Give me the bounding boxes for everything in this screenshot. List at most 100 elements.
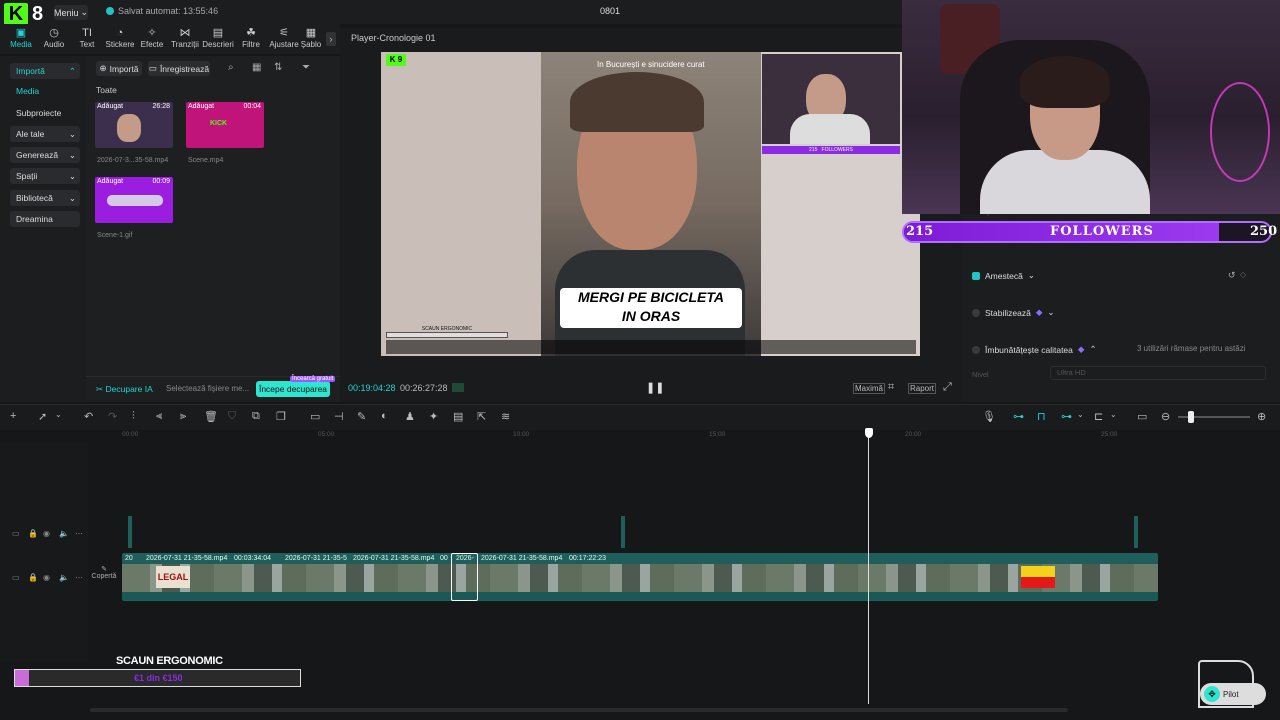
playhead-handle[interactable]: [865, 428, 873, 438]
project-name[interactable]: 0801: [600, 6, 620, 16]
start-cutout-button[interactable]: Începe decuparea: [256, 381, 330, 397]
media-thumb-gif[interactable]: Adăugat 00:09: [95, 177, 173, 223]
nav-dreamina[interactable]: Dreamina: [10, 211, 80, 227]
reset-icon[interactable]: ↺: [1228, 270, 1236, 281]
chevron-down-icon[interactable]: ⌄: [55, 410, 62, 419]
person-icon[interactable]: ♟: [405, 410, 415, 423]
tool-effects[interactable]: ✧ Efecte: [135, 26, 169, 52]
tool-audio[interactable]: ◷ Audio: [37, 26, 71, 52]
undo-icon[interactable]: ↶: [84, 410, 93, 423]
audio-clip-marker[interactable]: [128, 516, 132, 548]
blend-row[interactable]: Amestecă ⌄: [972, 270, 1035, 281]
sort-icon[interactable]: ⇅: [274, 62, 282, 73]
tool-adjust[interactable]: ⚟ Ajustare: [267, 26, 301, 52]
plus-circle-icon: ⊕: [99, 63, 107, 73]
cover-button[interactable]: ✎ Copertă: [91, 565, 117, 589]
fullscreen-icon[interactable]: ⤢: [943, 381, 952, 394]
freeze-icon[interactable]: ⊣: [334, 410, 344, 423]
tool-media[interactable]: ▣ Media: [4, 26, 38, 52]
eye-icon[interactable]: ◉: [43, 573, 50, 582]
speaker-icon[interactable]: 🔈: [59, 573, 69, 582]
more-icon[interactable]: ⋯: [75, 529, 83, 538]
playhead[interactable]: [868, 428, 869, 704]
redo-icon[interactable]: ↷: [108, 410, 117, 423]
caption-track-icon[interactable]: ▤: [453, 410, 463, 423]
speech-icon[interactable]: ▭: [310, 410, 320, 423]
shield-icon[interactable]: ⛉: [228, 410, 236, 423]
keyframe-icon[interactable]: ◇: [1240, 270, 1246, 279]
selected-clip[interactable]: [451, 553, 478, 601]
nav-import[interactable]: Importă ⌃: [10, 63, 80, 79]
more-icon[interactable]: ⋯: [75, 573, 83, 582]
clip-label: 2026-07-31 21-35-5: [285, 555, 347, 562]
microphone-icon[interactable]: 🎙: [982, 410, 996, 423]
magnet-icon[interactable]: ⊓: [1037, 410, 1046, 423]
lock-icon[interactable]: 🔒: [28, 573, 38, 582]
audio-clip-marker[interactable]: [1134, 516, 1138, 548]
quality-max-button[interactable]: Maximă: [853, 383, 886, 394]
tool-text[interactable]: TI Text: [70, 26, 104, 52]
zoom-slider-handle[interactable]: [1188, 411, 1194, 423]
magic-wand-icon[interactable]: ✦: [429, 410, 438, 423]
timeline-scrollbar[interactable]: [90, 708, 1068, 712]
snapshot-icon[interactable]: ⌗: [888, 381, 894, 394]
nav-yours[interactable]: Ale tale ⌄: [10, 126, 80, 142]
tool-captions[interactable]: ▤ Descrieri: [201, 26, 235, 52]
audio-clip-marker[interactable]: [621, 516, 625, 548]
split-left-icon[interactable]: ⫷: [156, 410, 162, 423]
eye-icon[interactable]: ◉: [43, 529, 50, 538]
subtitle-icon[interactable]: ▭: [1137, 410, 1147, 423]
chevron-down-icon[interactable]: ⌄: [1110, 410, 1117, 419]
nav-library[interactable]: Bibliotecă ⌄: [10, 190, 80, 206]
media-thumb-stream[interactable]: Adăugat 26:28: [95, 102, 173, 148]
delete-icon[interactable]: 🗑: [204, 410, 218, 423]
filter-funnel-icon[interactable]: ⏷: [302, 62, 310, 73]
pilot-button[interactable]: ✥ Pilot: [1200, 683, 1266, 705]
tool-templates[interactable]: ▦ Șablo: [298, 26, 324, 52]
enhance-row[interactable]: Îmbunătățește calitatea ◆ ⌃: [972, 344, 1097, 355]
import-button[interactable]: ⊕ Importă: [96, 61, 142, 76]
lock-icon[interactable]: 🔒: [28, 529, 38, 538]
track-visibility-icon[interactable]: ▭: [12, 529, 20, 538]
menu-button[interactable]: Meniu ⌄: [54, 5, 88, 20]
crop-icon[interactable]: ⧉: [252, 410, 260, 423]
grid-view-icon[interactable]: ▦: [252, 62, 261, 73]
split-icon[interactable]: ⫶: [132, 410, 135, 423]
select-pointer-icon[interactable]: ➚: [38, 410, 47, 423]
level-select[interactable]: Ultra HD: [1050, 366, 1266, 380]
nav-label: Subproiecte: [16, 108, 62, 118]
blend-checkbox[interactable]: [972, 271, 980, 280]
tool-transitions[interactable]: ⋈ Tranziții: [168, 26, 202, 52]
preview-axis-icon[interactable]: ⊏: [1094, 410, 1103, 423]
chevron-down-icon: ⌄: [68, 192, 76, 203]
tool-filters[interactable]: ☘ Filtre: [234, 26, 268, 52]
nav-subprojects[interactable]: Subproiecte: [10, 105, 80, 121]
nav-generate[interactable]: Generează ⌄: [10, 147, 80, 163]
nav-spaces[interactable]: Spații ⌄: [10, 168, 80, 184]
speaker-icon[interactable]: 🔈: [59, 529, 69, 538]
export-frame-icon[interactable]: ⇱: [477, 410, 486, 423]
stabilize-row[interactable]: Stabilizează ◆ ⌄: [972, 307, 1055, 318]
duplicate-icon[interactable]: ❐: [276, 410, 286, 423]
toolbar-more-button[interactable]: ›: [326, 32, 336, 46]
media-thumb-scene[interactable]: Adăugat 00:04 KICK: [186, 102, 264, 148]
record-button[interactable]: ▭ Înregistrează: [148, 61, 210, 76]
pause-button[interactable]: ❚❚: [646, 381, 664, 394]
search-icon[interactable]: ⌕: [228, 62, 234, 73]
pen-icon[interactable]: ✎: [357, 410, 366, 423]
audio-wave-icon[interactable]: ≋: [501, 410, 510, 423]
track-visibility-icon[interactable]: ▭: [12, 573, 20, 582]
enhance-toggle[interactable]: [972, 345, 980, 354]
snap-icon[interactable]: ⊶: [1061, 410, 1072, 423]
link-icon[interactable]: ⊶: [1013, 410, 1024, 423]
mask-icon[interactable]: ◐: [381, 410, 388, 422]
aspect-ratio-button[interactable]: Raport: [908, 383, 937, 394]
nav-media[interactable]: Media: [10, 83, 80, 99]
add-icon[interactable]: +: [10, 410, 16, 422]
split-right-icon[interactable]: ⫸: [180, 410, 186, 423]
zoom-in-icon[interactable]: ⊕: [1257, 410, 1266, 423]
tool-stickers[interactable]: ◔ Stickere: [103, 26, 137, 52]
chevron-down-icon[interactable]: ⌄: [1077, 410, 1084, 419]
zoom-out-icon[interactable]: ⊖: [1161, 410, 1170, 423]
stabilize-toggle[interactable]: [972, 308, 980, 317]
